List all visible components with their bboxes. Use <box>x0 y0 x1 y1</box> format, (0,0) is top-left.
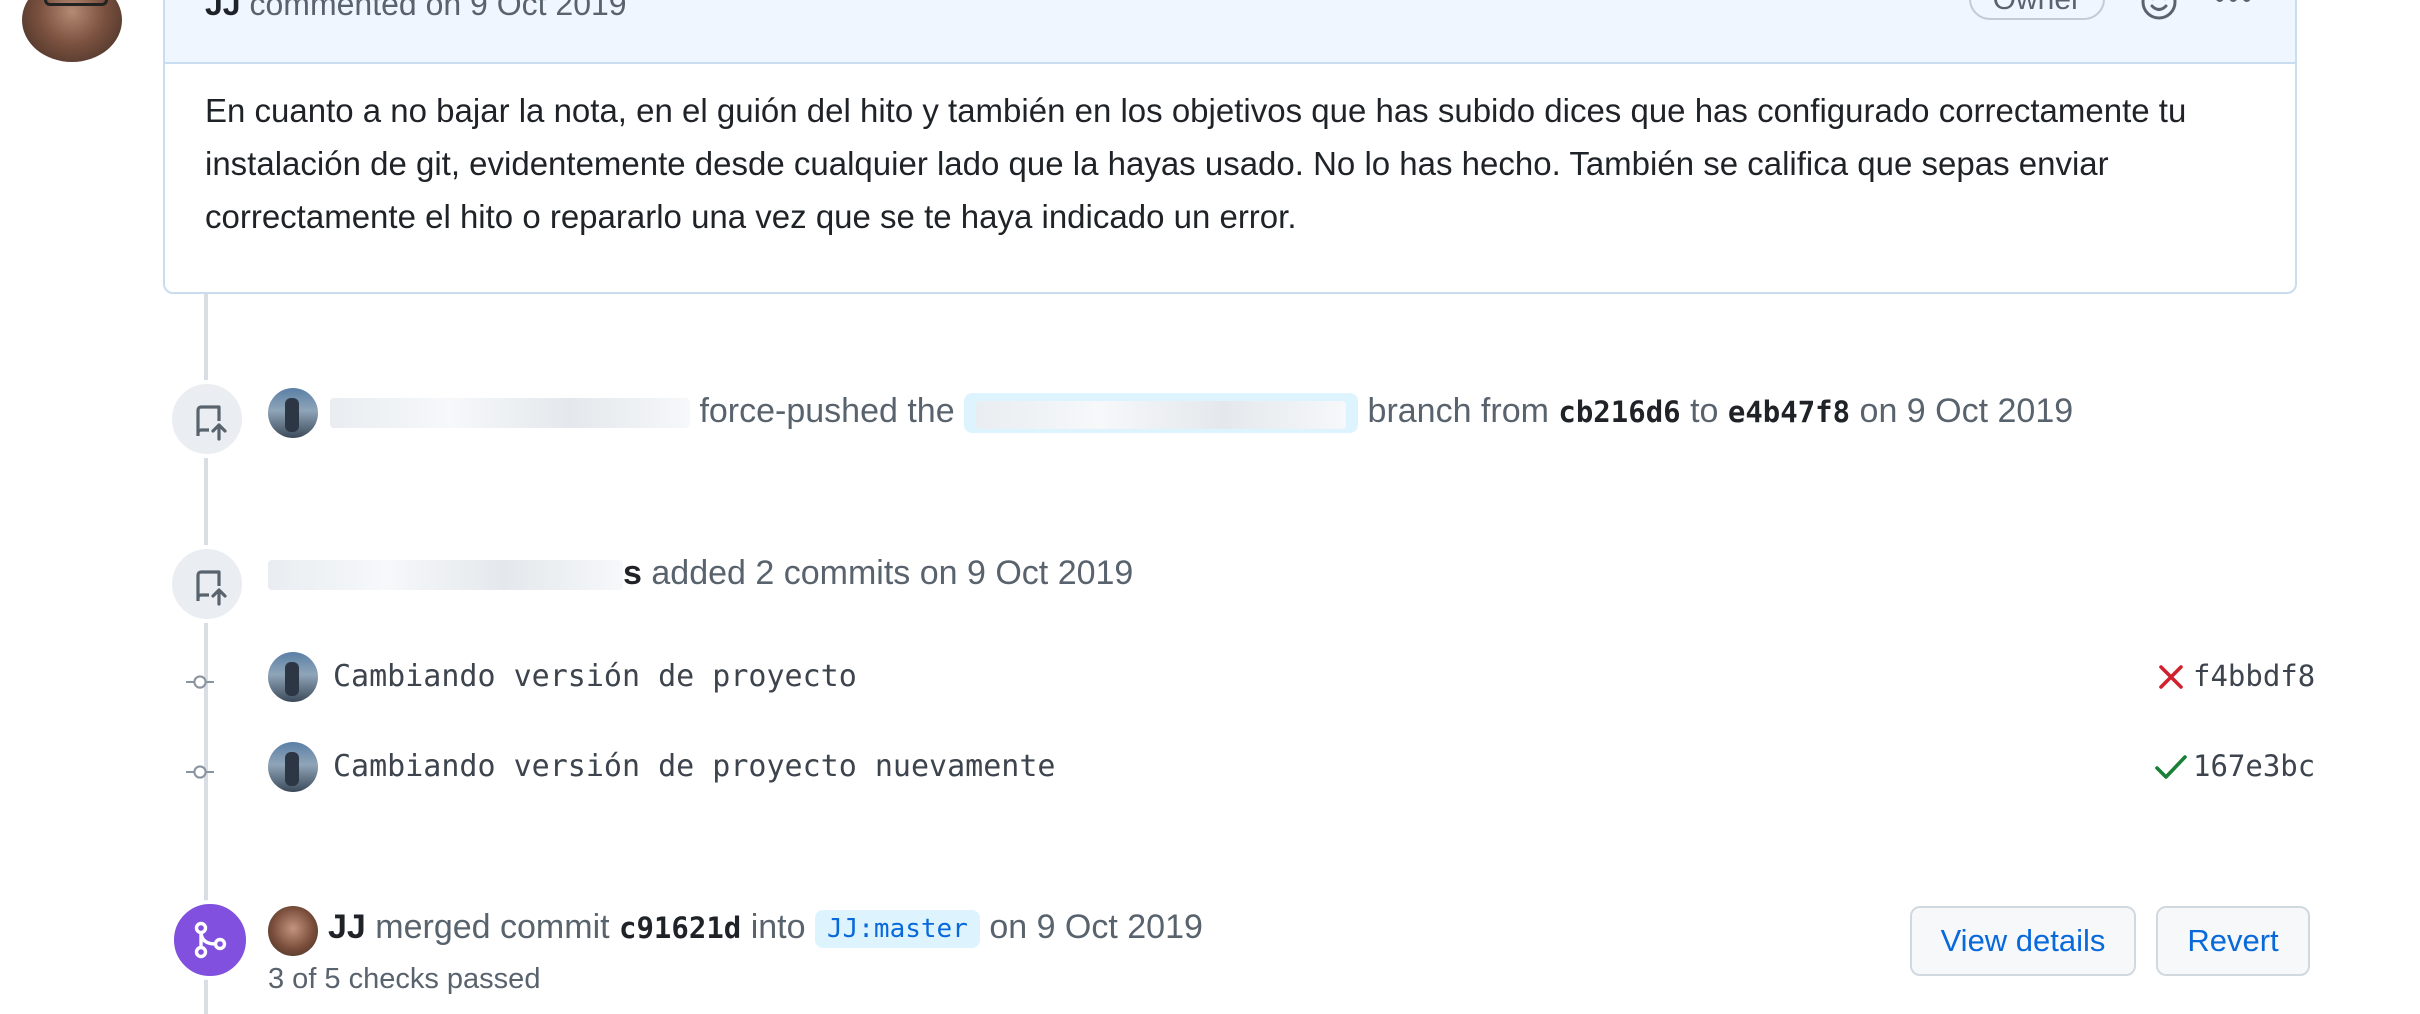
view-details-button[interactable]: View details <box>1910 906 2136 976</box>
merger-avatar[interactable] <box>268 906 318 956</box>
commit-node-icon <box>186 758 214 786</box>
more-options-button[interactable]: ••• <box>2214 0 2255 16</box>
force-push-event: force-pushed the branch from cb216d6 to … <box>330 392 2073 433</box>
redacted-username <box>330 398 690 428</box>
force-push-date[interactable]: on 9 Oct 2019 <box>1860 392 2074 430</box>
commit-sha[interactable]: 167e3bc <box>2193 749 2315 783</box>
owner-badge: Owner <box>1969 0 2105 20</box>
merge-author[interactable]: JJ <box>328 908 366 946</box>
target-branch-label[interactable]: JJ:master <box>815 910 980 948</box>
repo-push-icon <box>191 568 231 608</box>
comment-box: JJ commented on 9 Oct 2019 Owner ••• En … <box>163 0 2297 294</box>
redacted-username <box>268 560 623 590</box>
commits-added-date[interactable]: on 9 Oct 2019 <box>920 554 1134 592</box>
commits-added-badge <box>168 545 246 623</box>
avatar-glasses <box>44 0 108 6</box>
to-sha[interactable]: e4b47f8 <box>1728 395 1850 429</box>
comment-body: En cuanto a no bajar la nota, en el guió… <box>205 84 2255 243</box>
comment-header: JJ commented on 9 Oct 2019 Owner ••• <box>165 0 2295 64</box>
git-merge-icon <box>190 920 230 960</box>
failure-x-icon[interactable] <box>2155 661 2187 693</box>
branch-from-text: branch from <box>1368 392 1549 430</box>
into-text: into <box>751 908 806 946</box>
redacted-branch <box>976 401 1346 429</box>
force-push-text: force-pushed the <box>699 392 954 430</box>
merge-sha[interactable]: c91621d <box>619 911 741 945</box>
commit-sha[interactable]: f4bbdf8 <box>2193 659 2315 693</box>
add-reaction-button[interactable] <box>2133 0 2185 28</box>
comment-author-line: JJ commented on 9 Oct 2019 <box>205 0 627 23</box>
author-avatar[interactable] <box>22 0 122 62</box>
comment-action[interactable]: commented on 9 Oct 2019 <box>249 0 626 22</box>
author-suffix: s <box>623 554 642 592</box>
comment-author[interactable]: JJ <box>205 0 241 22</box>
commit-author-avatar[interactable] <box>268 742 318 792</box>
commits-added-text: added 2 commits <box>651 554 910 592</box>
contributor-avatar[interactable] <box>268 388 318 438</box>
merged-badge <box>170 900 250 980</box>
commit-message[interactable]: Cambiando versión de proyecto <box>333 659 857 694</box>
commit-node-icon <box>186 668 214 696</box>
to-text: to <box>1690 392 1718 430</box>
from-sha[interactable]: cb216d6 <box>1558 395 1680 429</box>
repo-push-icon <box>191 403 231 443</box>
smiley-icon <box>2133 0 2185 28</box>
merge-event: JJ merged commit c91621d into JJ:master … <box>328 908 1203 948</box>
revert-button[interactable]: Revert <box>2156 906 2310 976</box>
merge-text: merged commit <box>375 908 609 946</box>
merge-date[interactable]: on 9 Oct 2019 <box>989 908 1203 946</box>
success-check-icon[interactable] <box>2153 751 2189 783</box>
force-push-badge <box>168 380 246 458</box>
checks-status[interactable]: 3 of 5 checks passed <box>268 963 540 996</box>
commit-author-avatar[interactable] <box>268 652 318 702</box>
commits-added-event: s added 2 commits on 9 Oct 2019 <box>268 554 1133 593</box>
branch-label[interactable] <box>964 393 1358 432</box>
commit-message[interactable]: Cambiando versión de proyecto nuevamente <box>333 749 1055 784</box>
